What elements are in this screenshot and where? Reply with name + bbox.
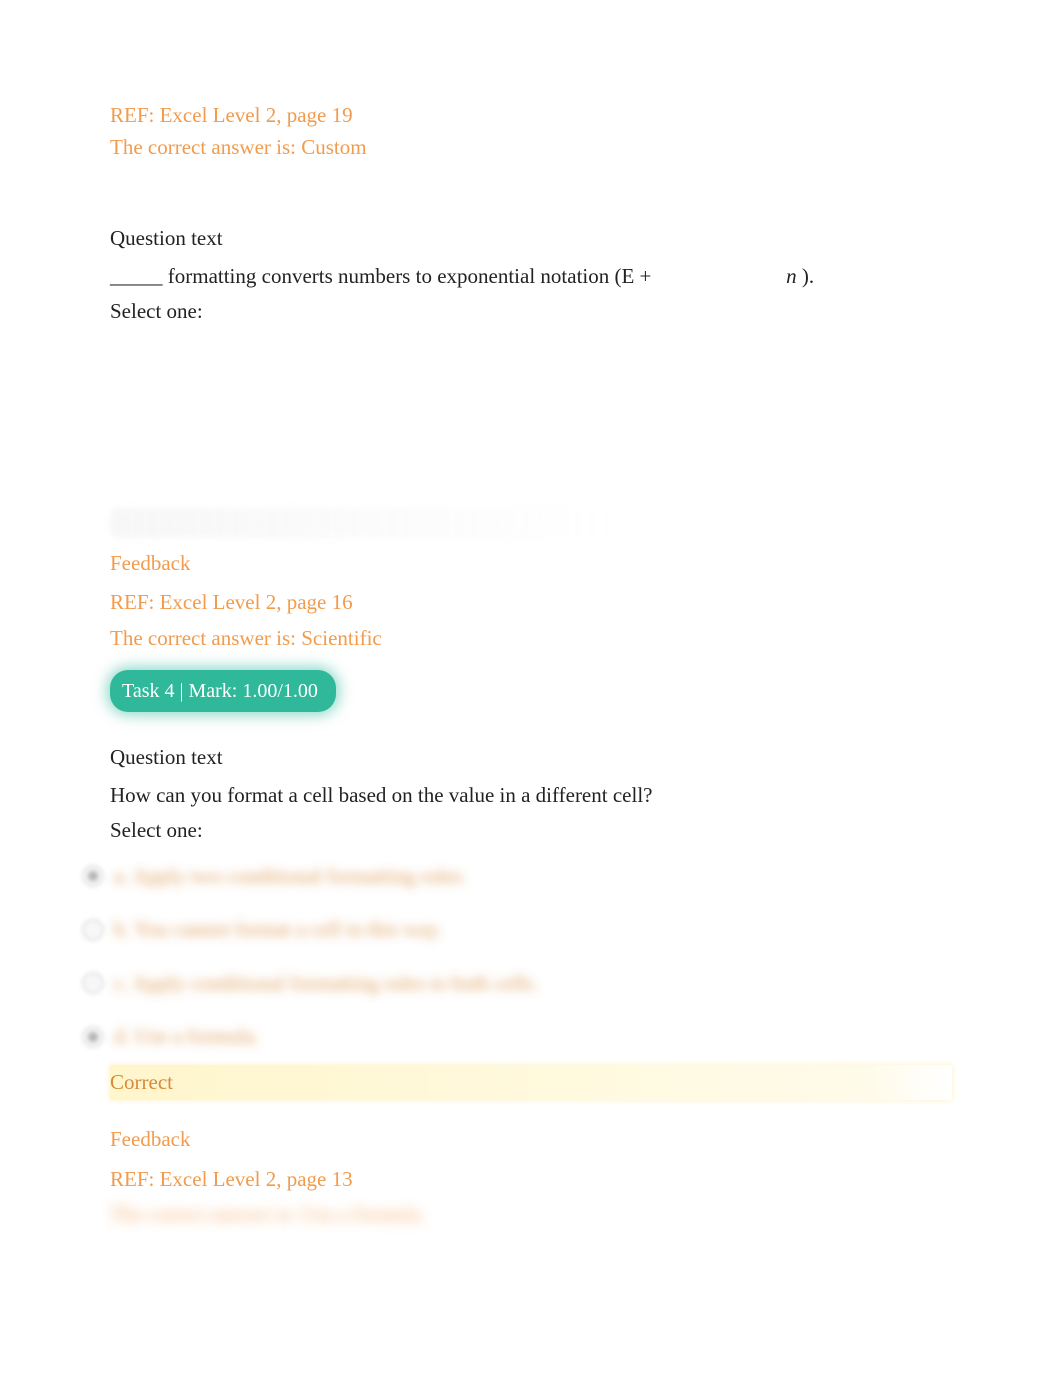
feedback-label: Feedback	[110, 1124, 952, 1156]
option-label: c. Apply conditional formatting rules to…	[114, 968, 538, 1000]
option-label: a. Apply two conditional formatting rule…	[114, 861, 467, 893]
option-label: b. You cannot format a cell in this way.	[114, 914, 442, 946]
correct-answer: The correct answer is: Use a formula.	[110, 1199, 952, 1231]
ref-line: REF: Excel Level 2, page 16	[110, 587, 952, 619]
select-one-label: Select one:	[110, 296, 952, 328]
question-text-heading: Question text	[110, 223, 952, 255]
option-d[interactable]: d. Use a formula.	[82, 1021, 952, 1053]
question-text-heading: Question text	[110, 742, 952, 774]
blurred-options-area	[110, 338, 952, 498]
radio-icon	[82, 1026, 104, 1048]
question-block-3: Question text _____ formatting converts …	[110, 223, 952, 712]
option-b[interactable]: b. You cannot format a cell in this way.	[82, 914, 952, 946]
prev-ref: REF: Excel Level 2, page 19	[110, 100, 952, 132]
ref-line: REF: Excel Level 2, page 13	[110, 1164, 952, 1196]
correct-banner: Correct	[110, 1065, 952, 1101]
question-prompt: How can you format a cell based on the v…	[110, 780, 952, 812]
prompt-before: _____ formatting converts numbers to exp…	[110, 264, 657, 288]
task-mark-pill: Task 4 | Mark: 1.00/1.00	[110, 670, 336, 712]
option-a[interactable]: a. Apply two conditional formatting rule…	[82, 861, 952, 893]
select-one-label: Select one:	[110, 815, 952, 847]
prompt-n: n	[657, 261, 797, 293]
options-list: a. Apply two conditional formatting rule…	[82, 861, 952, 1053]
radio-icon	[82, 865, 104, 887]
radio-icon	[82, 972, 104, 994]
radio-icon	[82, 919, 104, 941]
option-label: d. Use a formula.	[114, 1021, 259, 1053]
question-prompt: _____ formatting converts numbers to exp…	[110, 261, 952, 293]
question-block-4: Question text How can you format a cell …	[110, 742, 952, 1231]
correct-answer: The correct answer is: Scientific	[110, 623, 952, 655]
feedback-label: Feedback	[110, 548, 952, 580]
prev-answer: The correct answer is: Custom	[110, 132, 952, 164]
blurred-divider	[110, 508, 952, 538]
option-c[interactable]: c. Apply conditional formatting rules to…	[82, 968, 952, 1000]
prompt-after: ).	[802, 264, 814, 288]
